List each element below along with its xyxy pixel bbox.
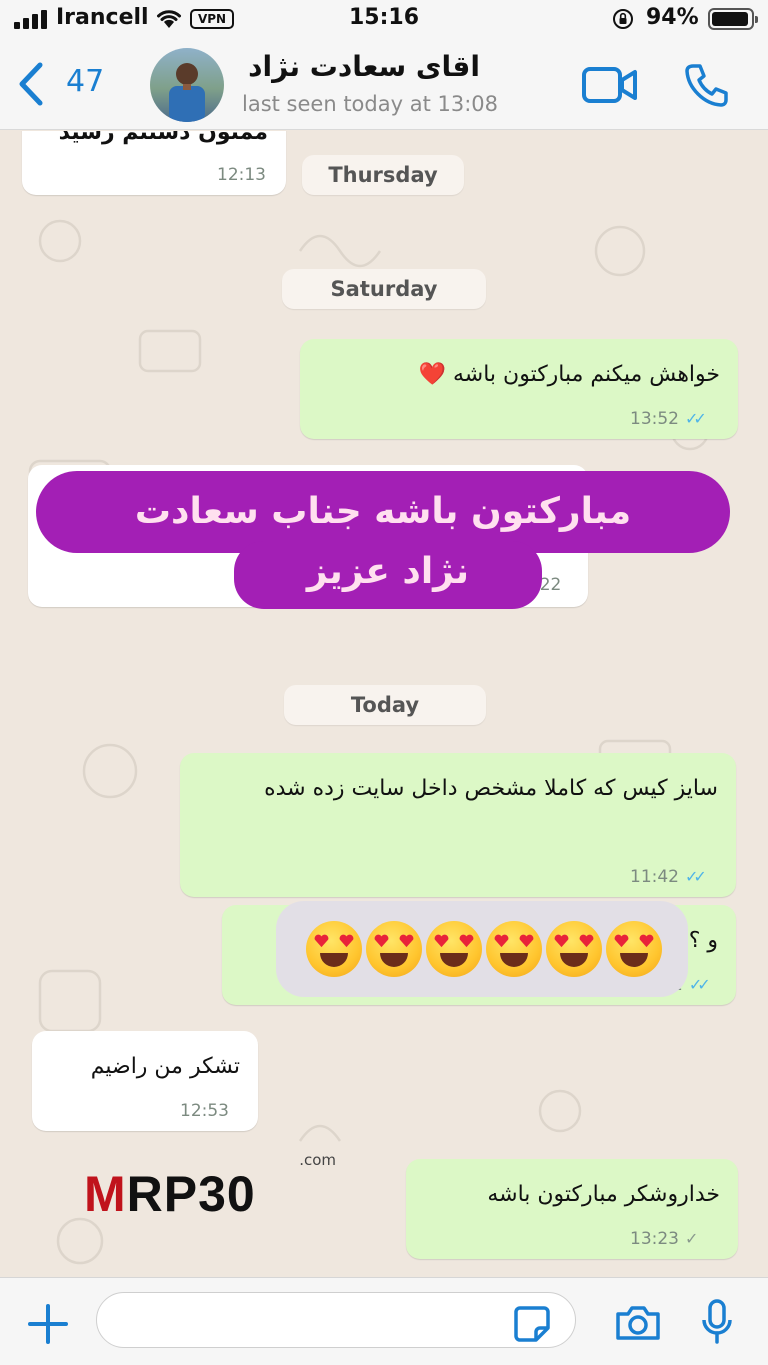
message-bubble-outgoing[interactable]: خداروشکر مبارکتون باشه 13:23 ✓ [406, 1159, 738, 1259]
back-chevron-icon[interactable] [18, 62, 44, 110]
message-time: 11:42 [630, 867, 679, 887]
message-time: 12:13 [217, 165, 266, 185]
message-meta: 13:23 ✓ [630, 1229, 698, 1249]
microphone-icon[interactable] [700, 1298, 734, 1350]
vpn-badge: VPN [190, 9, 234, 29]
clock: 15:16 [349, 5, 420, 30]
carrier-name: Irancell [56, 5, 149, 30]
message-time: 13:23 [630, 1229, 679, 1249]
watermark-domain: .com [299, 1151, 336, 1169]
heart-eyes-emoji-icon [606, 921, 662, 977]
day-separator: Thursday [302, 155, 464, 195]
status-bar: Irancell VPN 15:16 94% [0, 0, 768, 40]
emoji-overlay [276, 901, 688, 997]
message-text: تشکر من راضیم [90, 1054, 240, 1079]
camera-icon[interactable] [614, 1304, 662, 1346]
back-unread-count[interactable]: 47 [66, 64, 104, 99]
avatar[interactable] [150, 48, 224, 122]
watermark-letter: R [126, 1166, 164, 1222]
plus-icon[interactable] [28, 1304, 68, 1348]
message-text: سایز کیس که کاملا مشخص داخل سایت زده شده [264, 776, 718, 801]
message-text: خواهش میکنم مبارکتون باشه ❤️ [418, 362, 720, 387]
heart-eyes-emoji-icon [366, 921, 422, 977]
message-text: خداروشکر مبارکتون باشه [487, 1182, 720, 1207]
message-time: 13:52 [630, 409, 679, 429]
double-check-icon: ✓✓ [685, 867, 707, 886]
battery-icon [708, 8, 758, 30]
watermark-logo: .com MRP30 [84, 1151, 344, 1222]
orientation-lock-icon [612, 8, 634, 34]
contact-name[interactable]: اقای سعادت نژاد [240, 50, 480, 83]
watermark-letter: M [84, 1166, 127, 1222]
heart-eyes-emoji-icon [546, 921, 602, 977]
message-meta: 13:52 ✓✓ [630, 409, 707, 429]
signal-icon [14, 9, 50, 29]
message-text: ممنون دستتم رسید [58, 131, 268, 145]
heart-eyes-emoji-icon [306, 921, 362, 977]
congratulation-banner-line2: نژاد عزیز [234, 541, 542, 609]
heart-eyes-emoji-icon [486, 921, 542, 977]
battery-percentage: 94% [646, 5, 699, 30]
single-check-icon: ✓ [685, 1229, 699, 1248]
message-input-bar [0, 1277, 768, 1365]
message-bubble-outgoing[interactable]: خواهش میکنم مبارکتون باشه ❤️ 13:52 ✓✓ [300, 339, 738, 439]
chat-messages-area[interactable]: ممنون دستتم رسید 12:13 Thursday Saturday… [0, 131, 768, 1277]
watermark-number: 30 [198, 1166, 256, 1222]
message-bubble-incoming[interactable]: ممنون دستتم رسید 12:13 [22, 131, 286, 195]
sticker-icon[interactable] [512, 1304, 552, 1348]
wifi-icon [155, 6, 183, 34]
chat-header: 47 اقای سعادت نژاد last seen today at 13… [0, 40, 768, 130]
message-input[interactable] [96, 1292, 576, 1348]
watermark-letter: P [163, 1166, 199, 1222]
day-separator: Today [284, 685, 486, 725]
voice-call-icon[interactable] [684, 62, 730, 112]
message-meta: 11:42 ✓✓ [630, 867, 707, 887]
day-separator: Saturday [282, 269, 486, 309]
message-bubble-incoming[interactable]: تشکر من راضیم 12:53 [32, 1031, 258, 1131]
double-check-icon: ✓✓ [685, 409, 707, 428]
message-time: 12:53 [180, 1101, 229, 1121]
message-bubble-outgoing[interactable]: سایز کیس که کاملا مشخص داخل سایت زده شده… [180, 753, 736, 897]
last-seen-status[interactable]: last seen today at 13:08 [242, 92, 498, 116]
heart-eyes-emoji-icon [426, 921, 482, 977]
double-check-icon: ✓✓ [688, 975, 711, 994]
video-call-icon[interactable] [582, 66, 638, 108]
